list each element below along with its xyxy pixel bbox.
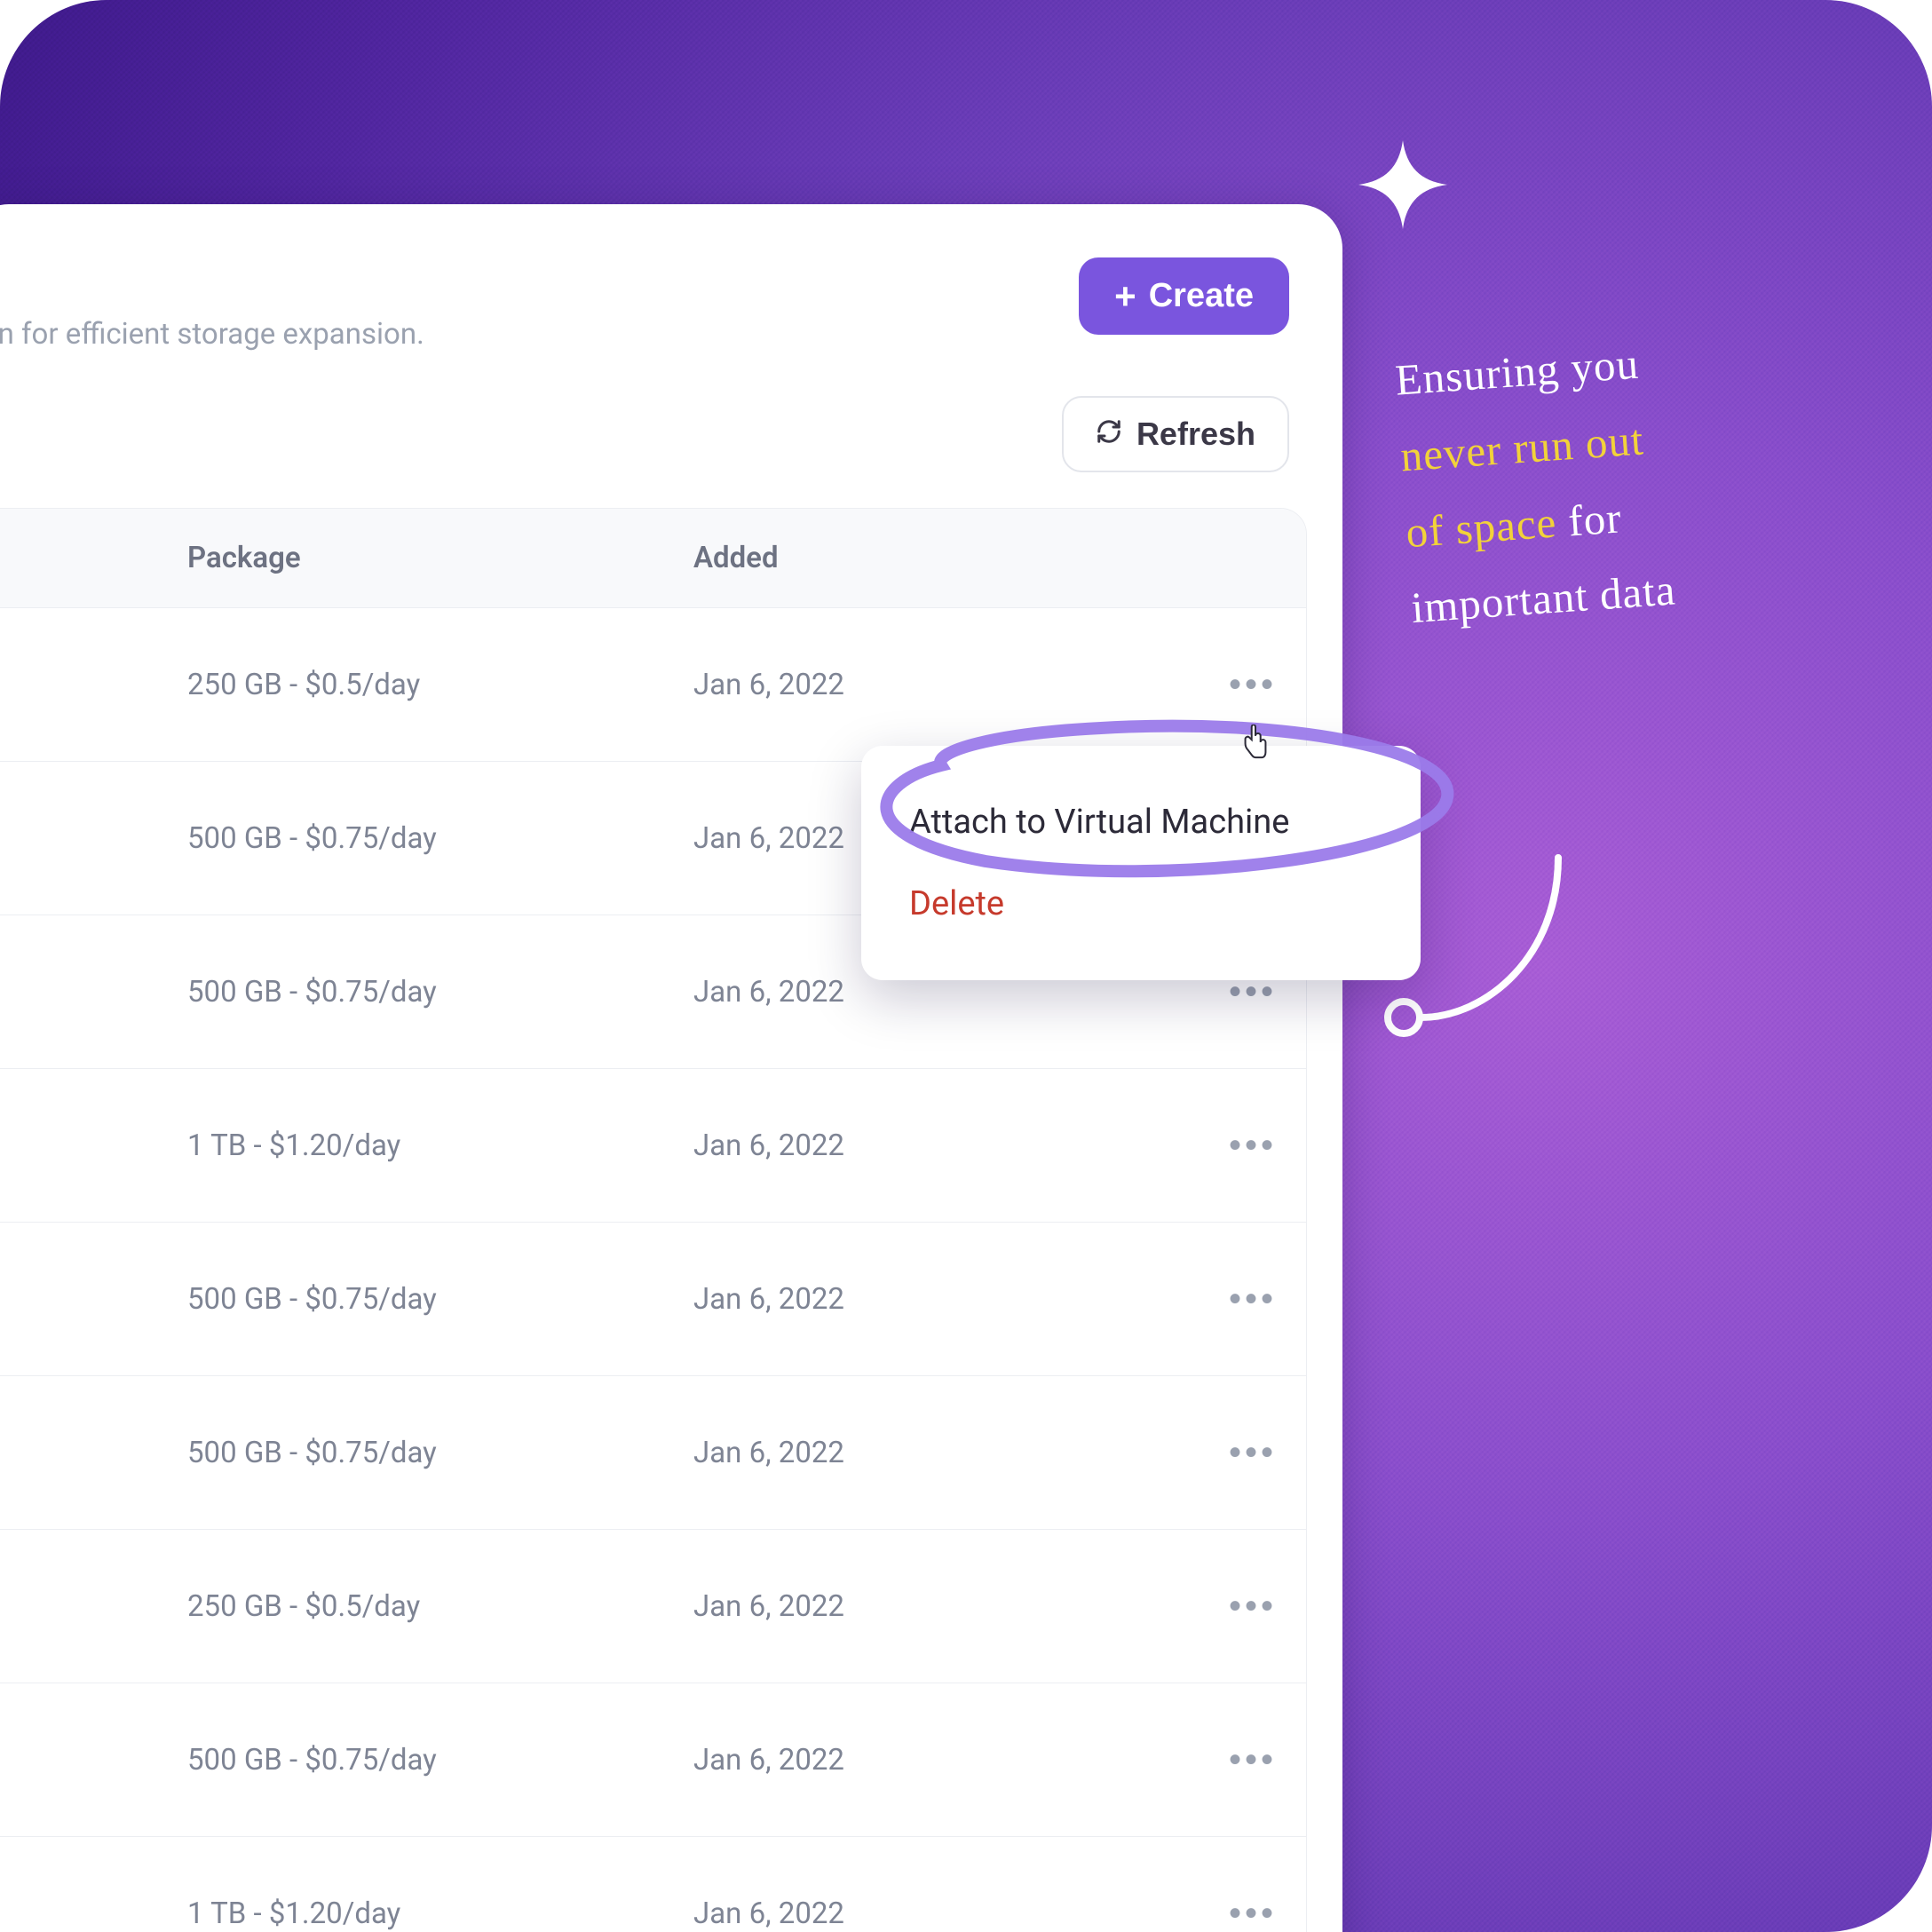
caption-text: for [1555, 493, 1623, 546]
caption-highlight: of space [1405, 497, 1558, 557]
row-more-button[interactable]: ••• [1220, 1119, 1286, 1172]
cell-package: 250 GB - $0.5/day [187, 1589, 693, 1624]
caption-highlight: never run out [1399, 415, 1645, 480]
cell-added: Jan 6, 2022 [693, 1743, 1200, 1778]
cell-package: 1 TB - $1.20/day [187, 1896, 693, 1931]
table-row: 500 GB - $0.75/dayJan 6, 2022 ••• [0, 1375, 1306, 1529]
table-row: 250 GB - $0.5/dayJan 6, 2022 ••• [0, 607, 1306, 761]
row-more-button[interactable]: ••• [1220, 1733, 1286, 1786]
storage-panel: + Create tion for efficient storage expa… [0, 204, 1342, 1932]
cell-added: Jan 6, 2022 [693, 1896, 1200, 1931]
table-row: 500 GB - $0.75/dayJan 6, 2022 ••• [0, 1683, 1306, 1836]
cell-package: 500 GB - $0.75/day [187, 821, 693, 856]
table-row: 1 TB - $1.20/dayJan 6, 2022 ••• [0, 1068, 1306, 1222]
cell-package: 1 TB - $1.20/day [187, 1128, 693, 1163]
row-more-button[interactable]: ••• [1220, 1580, 1286, 1633]
row-actions-menu: Attach to Virtual Machine Delete [861, 746, 1421, 980]
table-row: 250 GB - $0.5/dayJan 6, 2022 ••• [0, 1529, 1306, 1683]
sparkle-icon [1358, 140, 1447, 229]
cell-added: Jan 6, 2022 [693, 668, 1200, 702]
cell-package: 250 GB - $0.5/day [187, 668, 693, 702]
refresh-button[interactable]: Refresh [1062, 396, 1289, 472]
storage-table: Package Added 250 GB - $0.5/dayJan 6, 20… [0, 508, 1307, 1932]
row-more-button[interactable]: ••• [1220, 1887, 1286, 1932]
refresh-button-label: Refresh [1136, 416, 1255, 453]
cell-added: Jan 6, 2022 [693, 1589, 1200, 1624]
refresh-icon [1096, 416, 1122, 453]
table-row: 500 GB - $0.75/dayJan 6, 2022 ••• [0, 1222, 1306, 1375]
cell-package: 500 GB - $0.75/day [187, 1282, 693, 1317]
table-header: Package Added [0, 509, 1306, 607]
plus-icon: + [1114, 278, 1136, 315]
row-more-button[interactable]: ••• [1220, 1426, 1286, 1479]
row-more-button[interactable]: ••• [1220, 658, 1286, 711]
menu-item-delete[interactable]: Delete [861, 863, 1421, 945]
col-added: Added [693, 541, 1200, 575]
table-row: 1 TB - $1.20/dayJan 6, 2022 ••• [0, 1836, 1306, 1932]
cell-package: 500 GB - $0.75/day [187, 1743, 693, 1778]
menu-item-attach[interactable]: Attach to Virtual Machine [861, 781, 1421, 863]
create-button-label: Create [1149, 277, 1254, 315]
cell-added: Jan 6, 2022 [693, 1128, 1200, 1163]
cell-added: Jan 6, 2022 [693, 1436, 1200, 1470]
toolbar: Refresh [0, 352, 1342, 508]
cell-added: Jan 6, 2022 [693, 1282, 1200, 1317]
col-package: Package [187, 541, 693, 575]
marketing-caption: Ensuring you never run out of space for … [1393, 312, 1857, 646]
panel-header: + Create [0, 204, 1342, 335]
cell-package: 500 GB - $0.75/day [187, 975, 693, 1010]
row-more-button[interactable]: ••• [1220, 1272, 1286, 1326]
create-button[interactable]: + Create [1079, 257, 1289, 335]
pointer-cursor-icon [1239, 724, 1271, 760]
cell-package: 500 GB - $0.75/day [187, 1436, 693, 1470]
